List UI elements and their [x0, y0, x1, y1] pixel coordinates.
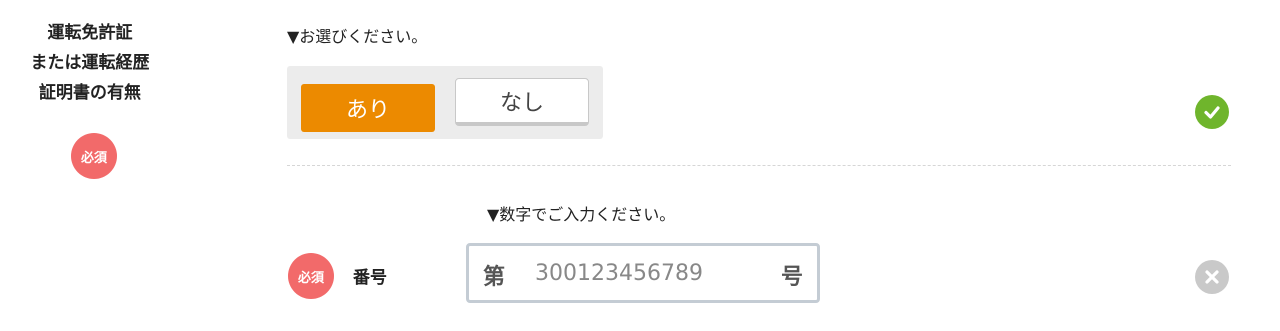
- required-badge: 必須: [71, 133, 117, 179]
- number-prefix: 第: [483, 265, 506, 290]
- option-yes-button[interactable]: あり: [301, 84, 435, 132]
- section-divider: [287, 165, 1231, 166]
- license-label-line-3: 証明書の有無: [39, 83, 141, 103]
- number-instruction: ▼数字でご入力ください。: [487, 205, 676, 224]
- license-number-input[interactable]: [535, 257, 745, 289]
- number-label: 番号: [353, 268, 387, 288]
- number-suffix: 号: [780, 265, 803, 290]
- required-badge: 必須: [288, 253, 334, 299]
- license-question-label: 運転免許証 または運転経歴 証明書の有無: [0, 18, 180, 108]
- license-number-field[interactable]: 第 号: [466, 243, 820, 303]
- license-label-line-1: 運転免許証: [47, 23, 133, 43]
- select-instruction: ▼お選びください。: [287, 27, 428, 46]
- license-choice-group: あり なし: [287, 66, 603, 139]
- license-label-line-2: または運転経歴: [30, 53, 150, 73]
- check-circle-icon: [1195, 95, 1229, 129]
- option-no-button[interactable]: なし: [455, 78, 589, 126]
- clear-circle-icon[interactable]: [1195, 260, 1229, 294]
